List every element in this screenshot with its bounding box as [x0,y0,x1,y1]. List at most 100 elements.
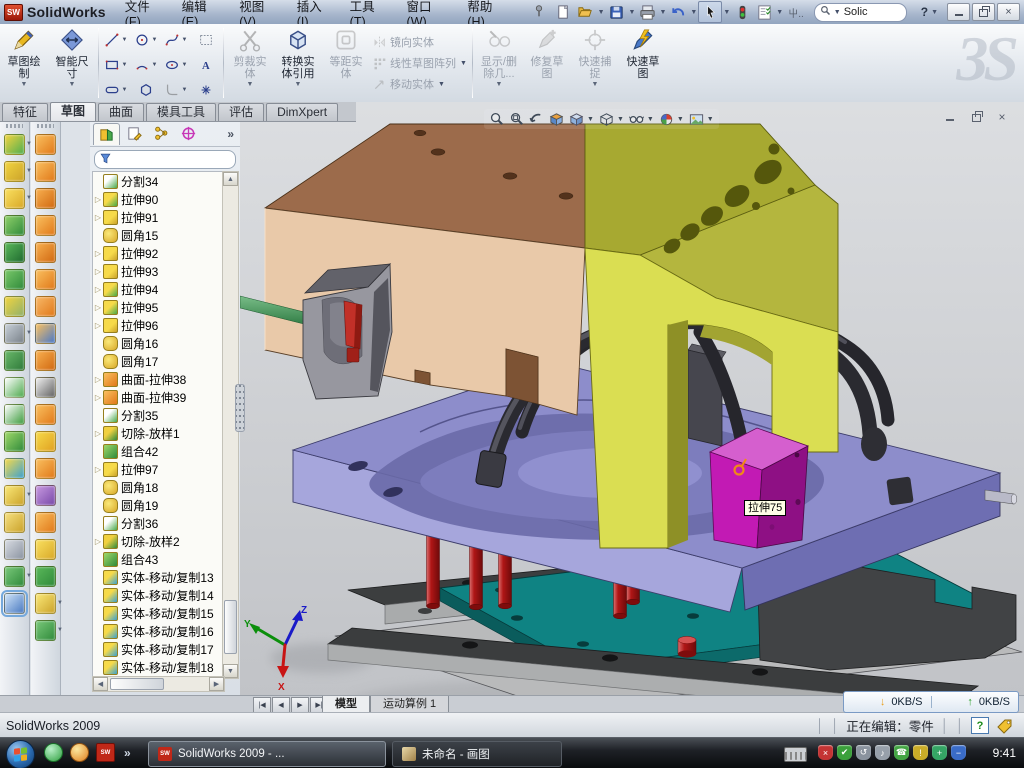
doc-close-button[interactable]: × [994,110,1010,123]
tree-item-12[interactable]: ▷ 曲面-拉伸39 [93,388,224,406]
quicklaunch-solidworks-launcher-icon[interactable]: SW [96,743,115,762]
undo-button-dropdown[interactable]: ▼ [690,9,697,16]
open-button[interactable] [575,2,597,22]
knit-surface-button[interactable] [35,512,56,533]
taskbar-window-sw-button[interactable]: SWSolidWorks 2009 - ... [148,741,386,767]
expand-icon[interactable]: ▷ [93,249,103,258]
rectangle-tool[interactable]: ▼ [101,52,131,77]
extruded-cut-button[interactable]: ▼ [4,161,25,182]
part-stop-pin[interactable] [678,636,696,657]
expand-icon[interactable]: ▷ [93,321,103,330]
search-dropdown-icon[interactable]: ▼ [834,9,841,16]
swept-cut-button[interactable] [4,269,25,290]
quicklaunch-messenger-icon[interactable] [44,743,63,762]
quick-snaps-button[interactable]: 快速捕捉▼ [571,24,619,102]
tree-item-16[interactable]: ▷ 拉伸97 [93,460,224,478]
swept-boss-button[interactable] [4,215,25,236]
point-tool[interactable] [191,77,221,102]
move-entities-button[interactable]: 移动实体▼ [372,75,468,93]
extruded-boss-button[interactable]: ▼ [4,134,25,155]
delete-face-button[interactable] [35,377,56,398]
tree-item-2[interactable]: ▷ 拉伸91 [93,208,224,226]
hide-show-items-button[interactable]: ▼ [628,111,655,128]
axis-button[interactable] [4,539,25,560]
traffic-light-rebuild-icon[interactable] [731,2,753,22]
prev-tab-button[interactable]: ◀ [272,697,290,713]
window-restore-button[interactable] [972,3,995,21]
revolved-surface-button[interactable] [35,161,56,182]
tree-item-3[interactable]: 圆角15 [93,226,224,244]
select-button-dropdown[interactable]: ▼ [723,9,730,16]
print-button-dropdown[interactable]: ▼ [659,9,666,16]
toolbar-grip[interactable] [6,124,23,128]
tree-item-20[interactable]: ▷ 切除-放样2 [93,532,224,550]
curve-button[interactable]: ▼ [4,566,25,587]
tree-item-10[interactable]: 圆角17 [93,352,224,370]
circle-tool[interactable]: ▼ [131,27,161,52]
help-button[interactable]: ? [913,5,930,19]
tray-sync-blocked-icon[interactable]: − [951,745,966,760]
display-style-button[interactable]: ▼ [598,111,625,128]
command-tab-0[interactable]: 特征 [2,103,48,121]
tree-item-11[interactable]: ▷ 曲面-拉伸38 [93,370,224,388]
first-tab-button[interactable]: |◀ [253,697,271,713]
boundary-boss-button[interactable] [4,242,25,263]
display-delete-relations-button[interactable]: 显示/删除几...▼ [475,24,523,102]
repair-sketch-button[interactable]: 修复草图 [523,24,571,102]
line-tool[interactable]: ▼ [101,27,131,52]
window-minimize-button[interactable] [947,3,970,21]
taskbar-window-paint-button[interactable]: 未命名 - 画图 [392,741,562,767]
save-button[interactable] [606,2,628,22]
tree-item-17[interactable]: 圆角18 [93,478,224,496]
tray-antivirus-icon[interactable]: ✔ [837,745,852,760]
polygon-tool[interactable] [131,77,161,102]
expand-icon[interactable]: ▷ [93,537,103,546]
trim-entities-button[interactable]: 剪裁实体▼ [226,24,274,102]
trim-entities-dropdown-icon[interactable]: ▼ [247,81,254,88]
section-view-button[interactable] [548,111,565,128]
command-tab-4[interactable]: 评估 [218,103,264,121]
tray-updates-icon[interactable]: ↺ [856,745,871,760]
rapid-sketch-button[interactable]: 快速草图 [619,24,667,102]
tree-item-18[interactable]: 圆角19 [93,496,224,514]
linear-sketch-pattern-button[interactable]: 线性草图阵列▼ [372,54,468,72]
sketch-fillet-tool[interactable]: ▼ [161,77,191,102]
view-orientation-button[interactable]: ▼ [568,111,595,128]
radiate-surface-button[interactable] [35,350,56,371]
search-input[interactable] [842,5,898,19]
extruded-surface-button[interactable] [35,134,56,155]
split-button[interactable] [4,377,25,398]
expand-icon[interactable]: ▷ [93,267,103,276]
selection-box-tool[interactable] [191,27,221,52]
tree-item-25[interactable]: 实体-移动/复制16 [93,622,224,640]
sketch-button[interactable]: 草图绘制▼ [0,24,48,102]
language-keyboard-icon[interactable] [784,747,807,762]
combine-bodies-button[interactable] [4,431,25,452]
tab-configuration-manager[interactable] [149,123,174,144]
previous-view-button[interactable] [528,111,545,128]
toolbar-grip[interactable] [37,124,54,128]
scroll-thumb[interactable] [110,678,164,690]
tree-item-13[interactable]: 分割35 [93,406,224,424]
smart-dimension-button[interactable]: 智能尺寸▼ [48,24,96,102]
arc-tool[interactable]: ▼ [131,52,161,77]
command-tab-3[interactable]: 模具工具 [146,103,216,121]
offset-entities-button[interactable]: 等距实体 [322,24,370,102]
replace-face-button[interactable] [35,404,56,425]
trim-surface-button[interactable] [35,485,56,506]
fillet-button[interactable]: ▼ [4,188,25,209]
expand-icon[interactable]: ▷ [93,213,103,222]
tree-item-21[interactable]: 组合43 [93,550,224,568]
lofted-surface-button[interactable] [35,215,56,236]
tray-health-monitor-icon[interactable]: + [932,745,947,760]
sketch-dropdown-icon[interactable]: ▼ [21,81,28,88]
undo-button[interactable] [667,2,689,22]
panel-splitter-handle[interactable] [235,384,245,432]
smart-dimension-dropdown-icon[interactable]: ▼ [69,81,76,88]
tree-item-15[interactable]: 组合42 [93,442,224,460]
toolbar-overflow[interactable]: 屮.. [788,5,804,20]
tree-item-24[interactable]: 实体-移动/复制15 [93,604,224,622]
tree-item-22[interactable]: 实体-移动/复制13 [93,568,224,586]
plane-button[interactable] [4,512,25,533]
untrim-surface-button[interactable] [35,431,56,452]
